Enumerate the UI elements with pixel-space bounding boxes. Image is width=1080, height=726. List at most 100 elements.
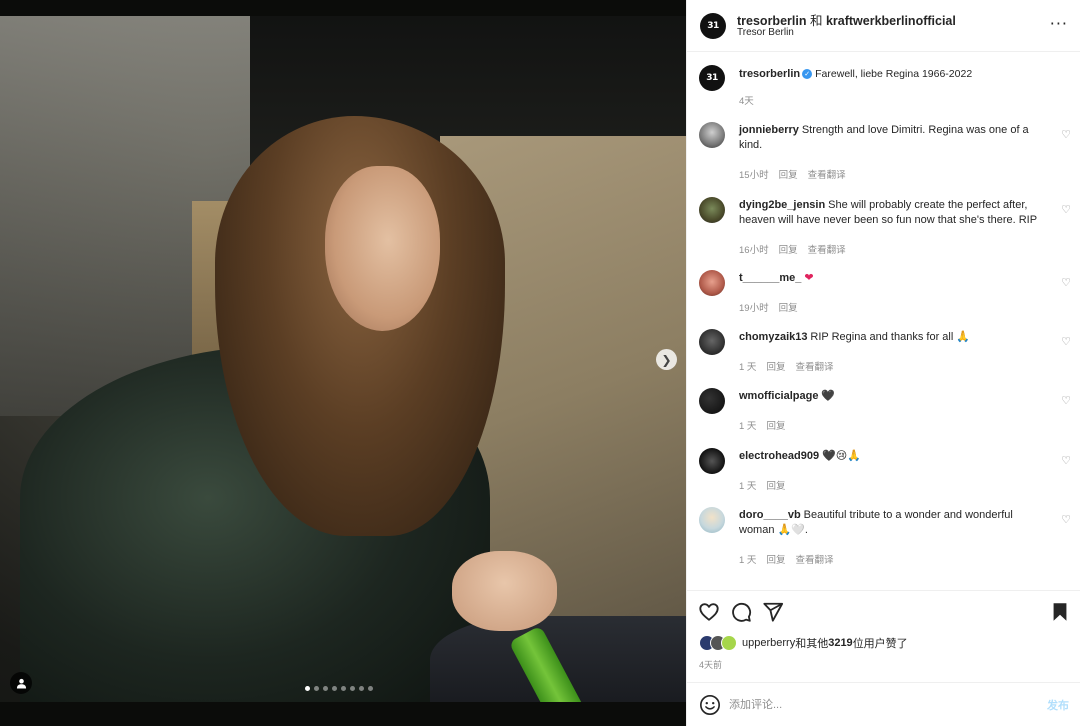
comment-body: doro____vb Beautiful tribute to a wonder… xyxy=(739,508,1039,538)
reply-button[interactable]: 回复 xyxy=(779,170,798,181)
likes-first-user[interactable]: upperberry xyxy=(742,637,795,649)
caption-text: Farewell, liebe Regina 1966-2022 xyxy=(815,68,973,80)
comment-username[interactable]: doro____vb xyxy=(739,509,801,521)
comment-body: jonnieberry Strength and love Dimitri. R… xyxy=(739,123,1039,153)
comment-input[interactable] xyxy=(729,695,1029,715)
comment-username[interactable]: dying2be_jensin xyxy=(739,199,825,211)
comment-text: 🖤 xyxy=(821,390,836,402)
emoji-icon[interactable] xyxy=(699,694,721,716)
comment-meta: 1 天回复 xyxy=(739,418,795,432)
heart-icon[interactable] xyxy=(698,601,720,623)
slide-dot xyxy=(314,686,319,691)
slide-dot xyxy=(350,686,355,691)
comment-meta: 19小时 回复 xyxy=(739,300,808,314)
post-side-panel: 31 tresorberlin 和 kraftwerkberlinofficia… xyxy=(686,0,1080,726)
slide-dot xyxy=(341,686,346,691)
comment-like-heart-icon[interactable]: ♡ xyxy=(1061,128,1071,141)
avatar[interactable] xyxy=(699,329,725,355)
chevron-right-icon: ❯ xyxy=(661,352,672,367)
slide-dot xyxy=(359,686,364,691)
post-actions: upperberry 和其他 3219 位用户赞了 4天前 xyxy=(687,590,1080,682)
slide-dot xyxy=(305,686,310,691)
reply-button[interactable]: 回复 xyxy=(779,303,798,314)
avatar[interactable] xyxy=(699,122,725,148)
comment-icon[interactable] xyxy=(730,601,752,623)
comment-composer: 发布 xyxy=(687,682,1080,726)
comment-username[interactable]: t______me_ xyxy=(739,272,801,284)
post-location[interactable]: Tresor Berlin xyxy=(737,27,794,38)
post-photo[interactable]: ❯ xyxy=(0,0,686,726)
avatar[interactable] xyxy=(699,448,725,474)
see-translation-button[interactable]: 查看翻译 xyxy=(795,362,833,373)
author-conjunction: 和 xyxy=(809,14,823,28)
liker-avatars xyxy=(699,635,737,651)
comment-meta: 1 天回复 xyxy=(739,478,795,492)
comment-like-heart-icon[interactable]: ♡ xyxy=(1061,513,1071,526)
slide-dot xyxy=(368,686,373,691)
likes-count[interactable]: 3219 xyxy=(828,637,852,649)
comment-body: dying2be_jensin She will probably create… xyxy=(739,198,1039,228)
user-tag-button[interactable] xyxy=(10,672,32,694)
user-tag-icon xyxy=(16,678,26,689)
comment-body: wmofficialpage 🖤 xyxy=(739,389,1039,404)
comments-list[interactable]: 31 tresorberlin ✓ Farewell, liebe Regina 1… xyxy=(687,52,1080,590)
caption-meta: 4天 xyxy=(739,93,764,107)
avatar[interactable]: 31 xyxy=(699,65,725,91)
comment-like-heart-icon[interactable]: ♡ xyxy=(1061,394,1071,407)
caption-username[interactable]: tresorberlin xyxy=(739,68,800,80)
avatar[interactable] xyxy=(699,197,725,223)
comment-meta: 15小时 回复 查看翻译 xyxy=(739,167,856,181)
comment-time: 16小时 xyxy=(739,245,769,256)
comment-meta: 16小时 回复 查看翻译 xyxy=(739,242,856,256)
reply-button[interactable]: 回复 xyxy=(766,421,785,432)
reply-button[interactable]: 回复 xyxy=(766,362,785,373)
next-slide-button[interactable]: ❯ xyxy=(656,349,677,370)
photo-face xyxy=(325,166,440,331)
photo-hand xyxy=(452,551,557,631)
post-timestamp: 4天前 xyxy=(699,660,723,670)
comment-like-heart-icon[interactable]: ♡ xyxy=(1061,203,1071,216)
comment-username[interactable]: wmofficialpage xyxy=(739,390,818,402)
slide-dot xyxy=(332,686,337,691)
avatar[interactable] xyxy=(699,270,725,296)
likes-and-others: 和其他 xyxy=(795,638,829,650)
reply-button[interactable]: 回复 xyxy=(766,481,785,492)
share-icon[interactable] xyxy=(762,601,784,623)
coauthor-username[interactable]: kraftwerkberlinofficial xyxy=(826,14,956,28)
likes-suffix: 位用户赞了 xyxy=(852,638,908,650)
comment-like-heart-icon[interactable]: ♡ xyxy=(1061,335,1071,348)
comment-time: 19小时 xyxy=(739,303,769,314)
comment-time: 15小时 xyxy=(739,170,769,181)
see-translation-button[interactable]: 查看翻译 xyxy=(795,555,833,566)
post-comment-button[interactable]: 发布 xyxy=(1047,697,1069,713)
comment-text: 🖤😢🙏 xyxy=(822,450,861,462)
photo-frame xyxy=(0,16,686,702)
comment-username[interactable]: chomyzaik13 xyxy=(739,331,807,343)
verified-badge-icon: ✓ xyxy=(802,69,813,79)
avatar[interactable] xyxy=(699,507,725,533)
author-username[interactable]: tresorberlin xyxy=(737,14,806,28)
reply-button[interactable]: 回复 xyxy=(779,245,798,256)
see-translation-button[interactable]: 查看翻译 xyxy=(808,170,846,181)
comment-like-heart-icon[interactable]: ♡ xyxy=(1061,454,1071,467)
more-icon[interactable]: ··· xyxy=(1050,14,1068,33)
comment-time: 1 天 xyxy=(739,362,757,373)
comment-body: chomyzaik13 RIP Regina and thanks for al… xyxy=(739,330,1039,345)
comment-text: ❤ xyxy=(804,272,814,284)
likes-summary[interactable]: upperberry 和其他 3219 位用户赞了 xyxy=(699,635,908,651)
slide-dot xyxy=(323,686,328,691)
comment-username[interactable]: jonnieberry xyxy=(739,124,799,136)
avatar[interactable]: 31 xyxy=(700,13,726,39)
avatar[interactable] xyxy=(699,388,725,414)
comment-time: 1 天 xyxy=(739,481,757,492)
comment-username[interactable]: electrohead909 xyxy=(739,450,819,462)
reply-button[interactable]: 回复 xyxy=(766,555,785,566)
comment-body: t______me_ ❤ xyxy=(739,271,1039,286)
comment-time: 1 天 xyxy=(739,555,757,566)
avatar xyxy=(721,635,737,651)
avatar-text: 31 xyxy=(706,73,718,83)
slide-indicator xyxy=(305,686,373,691)
see-translation-button[interactable]: 查看翻译 xyxy=(808,245,846,256)
bookmark-icon[interactable] xyxy=(1049,601,1071,623)
comment-like-heart-icon[interactable]: ♡ xyxy=(1061,276,1071,289)
